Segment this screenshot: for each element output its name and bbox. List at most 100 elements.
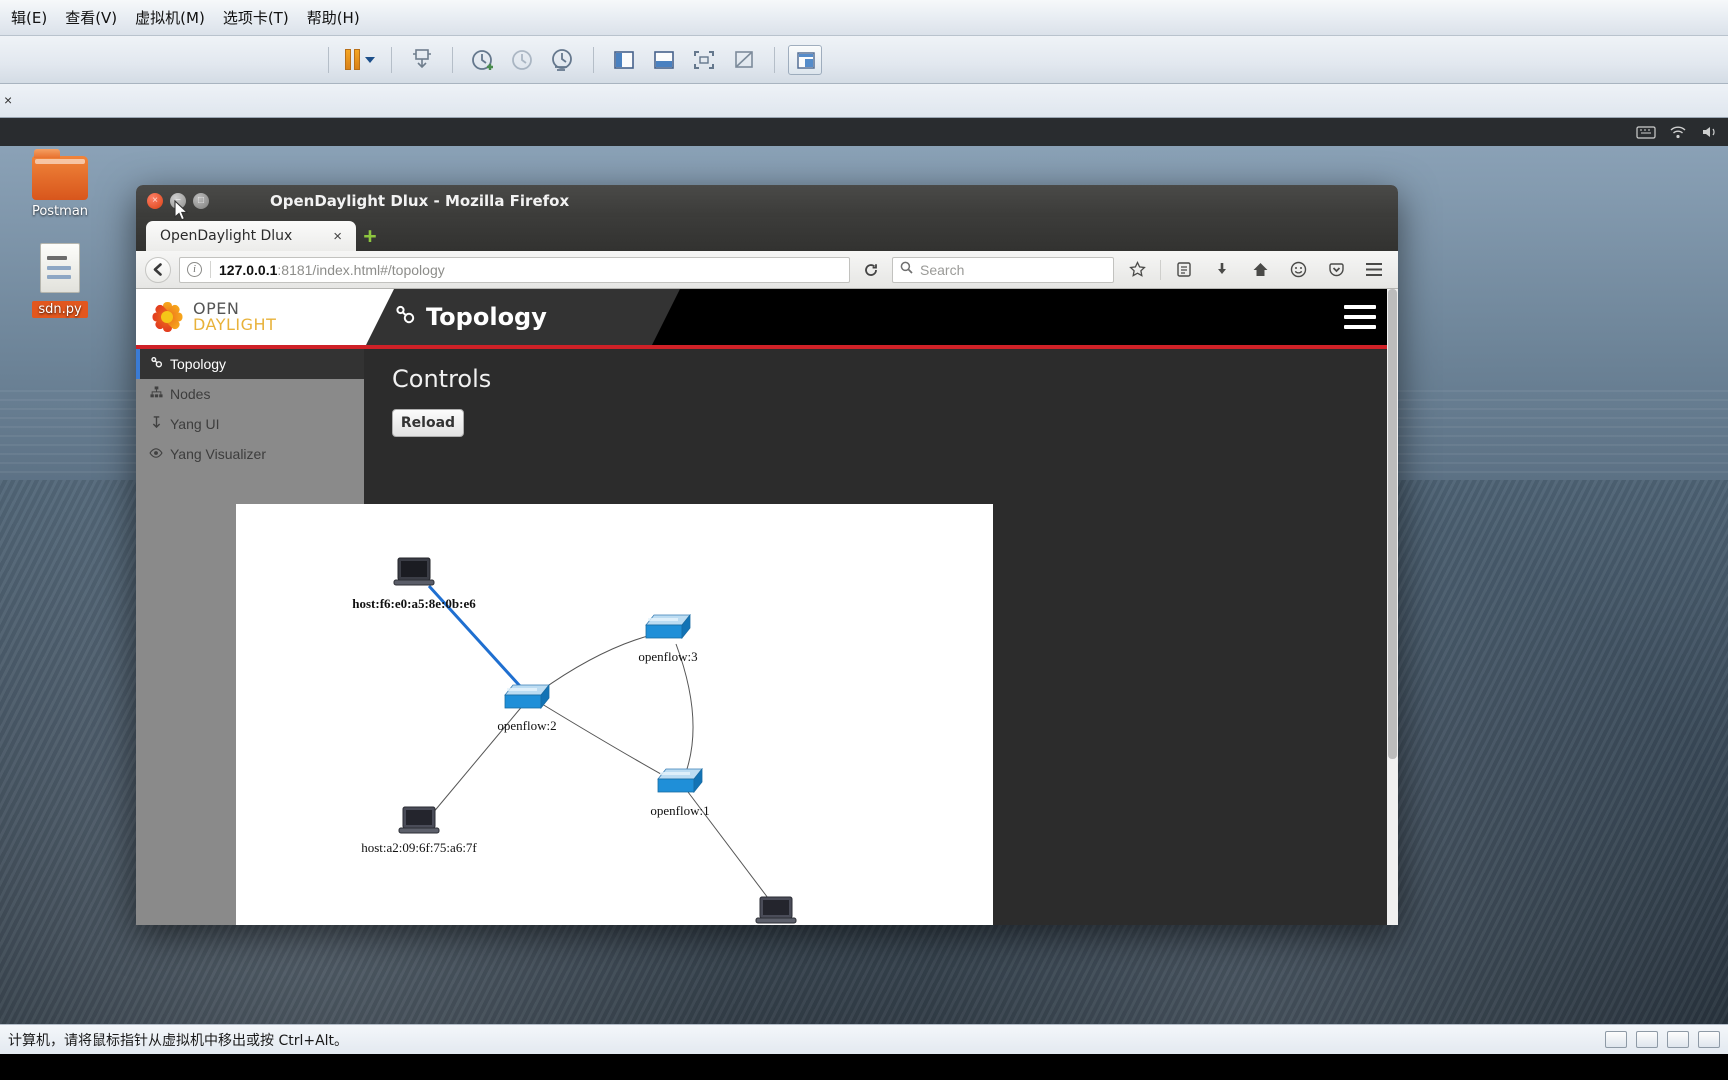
scrollbar-thumb[interactable] xyxy=(1388,289,1397,759)
reader-list-icon[interactable] xyxy=(1169,257,1199,283)
chevron-down-icon[interactable] xyxy=(365,56,375,63)
smiley-feedback-icon[interactable] xyxy=(1283,257,1313,283)
suspend-button[interactable] xyxy=(339,49,381,70)
sound-icon[interactable] xyxy=(1667,1031,1689,1048)
topology-node-host-16653b12544c[interactable]: host:16:65:3b:12:54:4c xyxy=(716,896,837,925)
close-icon[interactable]: × xyxy=(333,228,342,245)
desktop-icon-label: sdn.py xyxy=(32,301,88,318)
sidebar-item-yang-ui[interactable]: Yang UI xyxy=(136,409,364,439)
vmware-tabstrip: × xyxy=(0,84,1728,118)
menu-hamburger-icon[interactable] xyxy=(1359,257,1389,283)
topology-node-openflow3[interactable]: openflow:3 xyxy=(638,613,698,664)
topology-node-host-a2096f75a67f[interactable]: host:a2:09:6f:75:a6:7f xyxy=(361,806,477,855)
search-icon xyxy=(900,261,913,279)
desktop-icon-label: Postman xyxy=(31,204,89,219)
window-title: OpenDaylight Dlux - Mozilla Firefox xyxy=(270,192,570,210)
divider xyxy=(1160,259,1161,280)
python-file-icon xyxy=(40,243,80,293)
sidebar-item-label: Nodes xyxy=(170,386,211,402)
status-message: 计算机，请将鼠标指针从虚拟机中移出或按 Ctrl+Alt。 xyxy=(8,1032,349,1049)
unity-mode-icon[interactable] xyxy=(727,45,761,75)
vmware-statusbar: 计算机，请将鼠标指针从虚拟机中移出或按 Ctrl+Alt。 xyxy=(0,1024,1728,1054)
toolbar-divider xyxy=(391,46,392,73)
topology-canvas[interactable]: host:f6:e0:a5:8e:0b:e6 openflow:2 openfl… xyxy=(236,504,993,925)
show-console-view-icon[interactable] xyxy=(647,45,681,75)
new-tab-button[interactable]: + xyxy=(356,221,384,251)
controls-heading: Controls xyxy=(392,365,492,393)
toolbar-divider xyxy=(774,46,775,73)
app-logo[interactable]: OPEN DAYLIGHT xyxy=(136,289,394,345)
bookmark-star-icon[interactable] xyxy=(1122,257,1152,283)
topology-icon xyxy=(149,356,163,372)
firefox-window: × − □ OpenDaylight Dlux - Mozilla Firefo… xyxy=(136,185,1398,925)
volume-icon[interactable] xyxy=(1700,124,1720,140)
menu-item-edit[interactable]: 辑(E) xyxy=(2,3,56,32)
snapshot-manager-icon[interactable] xyxy=(546,45,580,75)
url-bar[interactable]: i 127.0.0.1:8181/index.html#/topology xyxy=(179,256,850,283)
reload-button[interactable]: Reload xyxy=(392,409,464,437)
snapshot-take-icon[interactable] xyxy=(466,45,500,75)
desktop-icon-postman[interactable]: Postman xyxy=(8,149,112,219)
menu-item-help[interactable]: 帮助(H) xyxy=(298,3,369,32)
section-title: Topology xyxy=(426,303,547,331)
opendaylight-dlux-app: OPEN DAYLIGHT Topology Topology Nodes Ya… xyxy=(136,289,1398,925)
node-label: openflow:2 xyxy=(497,718,556,733)
yang-ui-icon xyxy=(149,416,163,432)
desktop-icon-sdn-py[interactable]: sdn.py xyxy=(8,243,112,318)
hamburger-menu-icon[interactable] xyxy=(1344,305,1376,329)
downloads-icon[interactable] xyxy=(1207,257,1237,283)
topology-node-openflow2[interactable]: openflow:2 xyxy=(497,683,557,733)
status-tray xyxy=(1605,1031,1720,1048)
vmware-menu: 辑(E) 查看(V) 虚拟机(M) 选项卡(T) 帮助(H) xyxy=(0,0,1728,35)
firefox-titlebar[interactable]: × − □ OpenDaylight Dlux - Mozilla Firefo… xyxy=(136,185,1398,217)
mouse-cursor xyxy=(174,199,190,222)
pocket-icon[interactable] xyxy=(1321,257,1351,283)
page-scrollbar[interactable] xyxy=(1387,289,1398,925)
library-panel-icon[interactable] xyxy=(788,44,822,75)
topology-node-host-f6e0a58e0be6[interactable]: host:f6:e0:a5:8e:0b:e6 xyxy=(352,557,476,611)
topology-icon xyxy=(394,304,416,331)
send-ctrl-alt-del-icon[interactable] xyxy=(405,45,439,75)
usb-icon[interactable] xyxy=(1698,1031,1720,1048)
node-label: host:f6:e0:a5:8e:0b:e6 xyxy=(352,596,476,611)
guest-top-panel xyxy=(0,118,1728,146)
topology-graph[interactable]: host:f6:e0:a5:8e:0b:e6 openflow:2 openfl… xyxy=(236,504,993,925)
topology-node-openflow1[interactable]: openflow:1 xyxy=(650,767,710,818)
sidebar-item-label: Yang UI xyxy=(170,416,220,432)
home-icon[interactable] xyxy=(1245,257,1275,283)
wifi-icon[interactable] xyxy=(1668,124,1688,140)
sidebar-item-nodes[interactable]: Nodes xyxy=(136,379,364,409)
menu-item-vm[interactable]: 虚拟机(M) xyxy=(126,3,214,32)
disk-icon[interactable] xyxy=(1636,1031,1658,1048)
opendaylight-flower-logo xyxy=(150,300,184,334)
reload-icon[interactable] xyxy=(858,257,884,283)
browser-tab[interactable]: OpenDaylight Dlux × xyxy=(146,221,356,251)
back-arrow-icon[interactable] xyxy=(145,256,171,283)
url-text: 127.0.0.1:8181/index.html#/topology xyxy=(219,262,445,278)
topology-links xyxy=(427,584,772,903)
node-label: openflow:1 xyxy=(650,803,709,818)
screen: 辑(E) 查看(V) 虚拟机(M) 选项卡(T) 帮助(H) × Postman… xyxy=(0,0,1728,1080)
nodes-icon xyxy=(149,386,163,402)
menu-item-view[interactable]: 查看(V) xyxy=(56,3,126,32)
brand-line-2: DAYLIGHT xyxy=(193,315,277,334)
folder-icon xyxy=(32,149,88,200)
menu-item-tabs[interactable]: 选项卡(T) xyxy=(214,3,298,32)
network-icon[interactable] xyxy=(1605,1031,1627,1048)
show-sidebar-icon[interactable] xyxy=(607,45,641,75)
screen-bottom-bezel xyxy=(0,1054,1728,1080)
snapshot-revert-icon xyxy=(506,45,540,75)
vmware-toolbar xyxy=(0,36,1728,84)
keyboard-icon[interactable] xyxy=(1636,124,1656,140)
fullscreen-icon[interactable] xyxy=(687,45,721,75)
url-host: 127.0.0.1 xyxy=(219,261,278,278)
close-icon[interactable]: × xyxy=(4,92,12,108)
toolbar-divider xyxy=(593,46,594,73)
info-icon[interactable]: i xyxy=(187,262,202,277)
node-label: host:a2:09:6f:75:a6:7f xyxy=(361,840,477,855)
search-input[interactable]: Search xyxy=(892,256,1114,283)
firefox-tabbar: OpenDaylight Dlux × + xyxy=(136,217,1398,251)
sidebar-item-yang-visualizer[interactable]: Yang Visualizer xyxy=(136,439,364,469)
toolbar-divider xyxy=(328,46,329,73)
sidebar-item-topology[interactable]: Topology xyxy=(136,349,364,379)
